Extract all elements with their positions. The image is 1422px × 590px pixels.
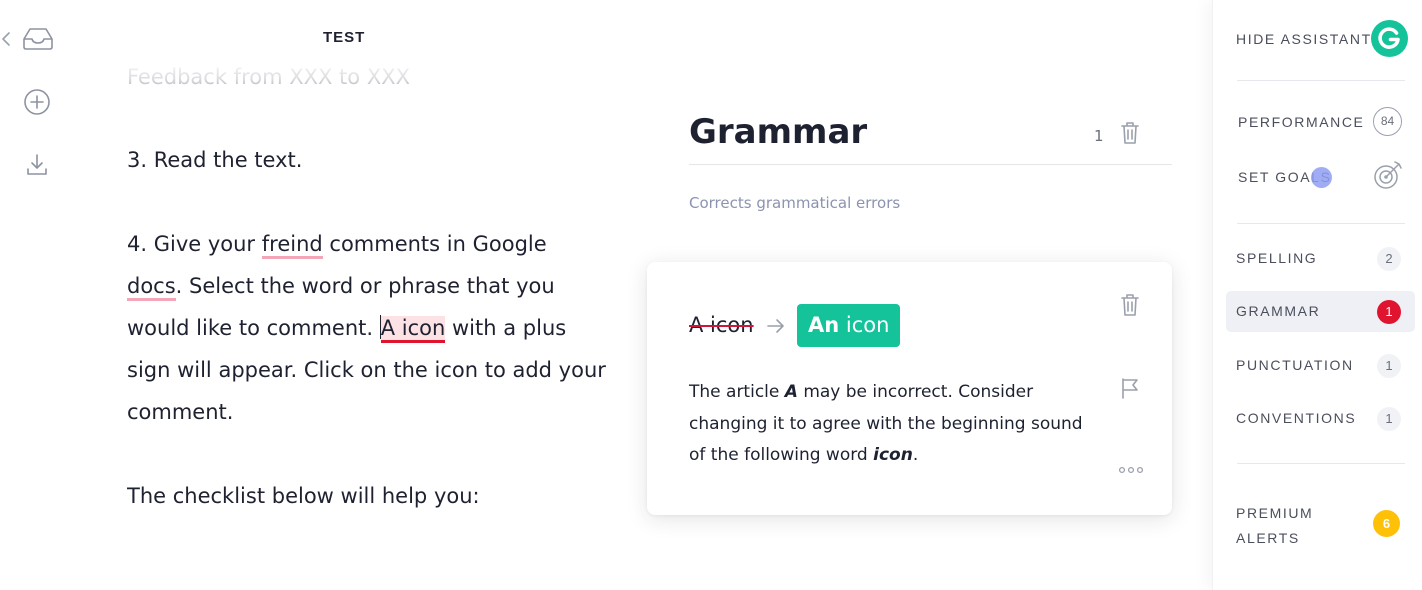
sidebar-item-spelling[interactable]: SPELLING 2 [1226, 238, 1415, 279]
suggestion-card[interactable]: A icon An icon The article A may be inco… [647, 262, 1172, 515]
sidebar-divider [1237, 223, 1405, 224]
premium-line: PREMIUM [1236, 505, 1314, 521]
target-icon[interactable] [1371, 159, 1404, 192]
paragraph-4[interactable]: 4. Give your freind comments in Google d… [127, 223, 607, 433]
category-title: Grammar [689, 112, 868, 152]
hide-assistant-button[interactable]: HIDE ASSISTANT [1236, 31, 1372, 47]
category-count: 1 [1094, 127, 1104, 145]
flag-icon[interactable] [1119, 376, 1141, 400]
count-badge: 2 [1377, 247, 1401, 271]
sidebar-divider [1237, 463, 1405, 464]
grammar-error-phrase[interactable]: A icon [380, 316, 446, 343]
sidebar-item-label: SPELLING [1236, 250, 1318, 266]
sidebar-item-grammar[interactable]: GRAMMAR 1 [1226, 291, 1415, 332]
trash-icon[interactable] [1118, 119, 1142, 147]
sidebar-item-punctuation[interactable]: PUNCTUATION 1 [1226, 345, 1415, 386]
replacement-bold: An [808, 313, 840, 337]
sidebar-item-label: GRAMMAR [1236, 303, 1321, 319]
text-run: 4. Give your [127, 232, 262, 256]
spelling-error-word[interactable]: freind [261, 232, 323, 259]
grammarly-logo-icon[interactable] [1371, 20, 1408, 57]
trash-icon[interactable] [1118, 291, 1142, 319]
premium-alerts-link[interactable]: PREMIUM ALERTS [1236, 501, 1313, 551]
performance-link[interactable]: PERFORMANCE [1238, 114, 1365, 130]
count-badge: 1 [1377, 300, 1401, 324]
premium-line: ALERTS [1236, 530, 1300, 546]
assistant-sidebar: HIDE ASSISTANT PERFORMANCE 84 SET GOALS … [1212, 0, 1422, 590]
premium-count-badge[interactable]: 6 [1373, 510, 1400, 537]
add-circle-icon[interactable] [23, 88, 51, 116]
sidebar-item-label: PUNCTUATION [1236, 357, 1354, 373]
faded-paragraph[interactable]: Feedback from XXX to XXX [127, 58, 410, 98]
text-run: comments in Google [322, 232, 547, 256]
spelling-error-word[interactable]: docs [127, 274, 176, 301]
editor[interactable]: Feedback from XXX to XXX 3. Read the tex… [127, 58, 607, 590]
sidebar-item-label: CONVENTIONS [1236, 410, 1357, 426]
arrow-right-icon [767, 319, 784, 333]
paragraph-3[interactable]: 3. Read the text. [127, 139, 607, 181]
explanation-text: The article [689, 382, 785, 402]
paragraph-5[interactable]: The checklist below will help you: [127, 475, 607, 517]
explanation-text: . [912, 445, 919, 465]
category-divider [689, 164, 1172, 165]
back-chevron-icon[interactable] [0, 29, 12, 49]
sidebar-item-conventions[interactable]: CONVENTIONS 1 [1226, 398, 1415, 439]
sidebar-divider [1237, 80, 1405, 81]
original-text: A icon [689, 313, 754, 337]
more-icon[interactable] [1118, 465, 1144, 475]
performance-score-badge[interactable]: 84 [1373, 107, 1402, 136]
count-badge: 1 [1377, 407, 1401, 431]
download-icon[interactable] [25, 152, 49, 178]
replacement-rest: icon [839, 313, 890, 337]
document-title[interactable]: TEST [323, 29, 365, 46]
goals-indicator-dot [1311, 167, 1332, 188]
count-badge: 1 [1377, 354, 1401, 378]
category-description: Corrects grammatical errors [689, 194, 901, 212]
explanation-emphasis: A [784, 382, 798, 402]
inbox-icon[interactable] [21, 26, 55, 52]
suggestion-explanation: The article A may be incorrect. Consider… [689, 377, 1089, 472]
grammarly-g-icon [1378, 27, 1400, 49]
left-rail [0, 0, 74, 590]
explanation-emphasis: icon [873, 445, 913, 465]
accept-suggestion-button[interactable]: An icon [797, 304, 901, 347]
